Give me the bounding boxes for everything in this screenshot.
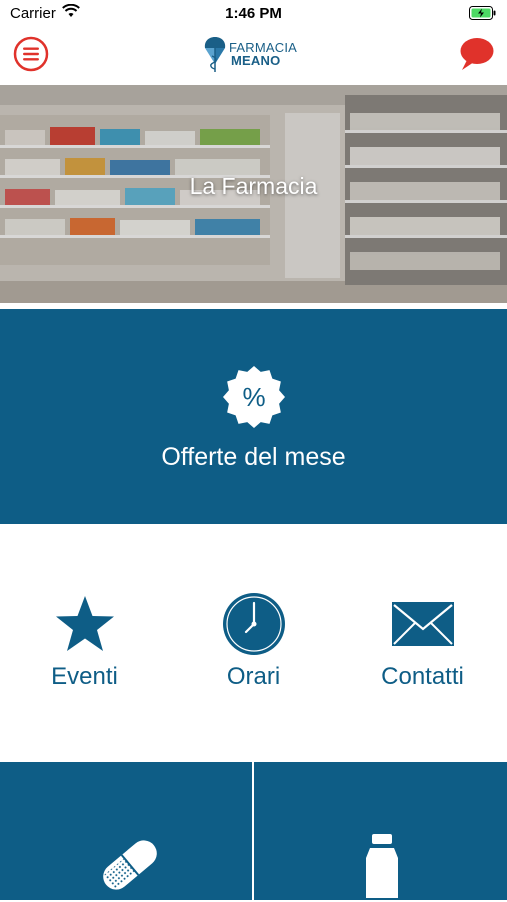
bottle-icon — [366, 834, 398, 898]
hero-title: La Farmacia — [189, 173, 318, 199]
status-bar: Carrier 1:46 PM — [0, 0, 507, 28]
logo-line-2: MEANO — [231, 53, 281, 68]
battery-charging-icon — [469, 6, 497, 25]
chat-bubble-icon[interactable] — [458, 36, 494, 72]
quick-link-label: Orari — [226, 663, 281, 690]
bottom-tiles — [0, 762, 507, 900]
clock-icon — [169, 591, 338, 657]
star-icon — [0, 591, 169, 657]
svg-text:%: % — [242, 382, 265, 412]
nav-bar: FARMACIA MEANO — [0, 28, 507, 84]
quick-link-label: Contatti — [381, 663, 464, 690]
envelope-icon — [338, 591, 507, 657]
percent-badge-icon: % — [222, 365, 286, 429]
pharmacy-logo[interactable]: FARMACIA MEANO — [203, 34, 303, 76]
offers-label: Offerte del mese — [161, 443, 346, 471]
logo-text: FARMACIA MEANO — [229, 41, 297, 67]
pill-icon — [103, 840, 157, 890]
quick-link-eventi[interactable]: Eventi — [0, 591, 169, 691]
tile-products[interactable] — [254, 762, 507, 900]
hamburger-menu-icon[interactable] — [13, 36, 49, 72]
hero-banner[interactable]: La Farmacia — [0, 85, 507, 303]
quick-link-contatti[interactable]: Contatti — [338, 591, 507, 691]
status-time: 1:46 PM — [225, 5, 282, 22]
tile-medicines[interactable] — [0, 762, 252, 900]
quick-link-label: Eventi — [51, 663, 118, 690]
quick-links: Eventi Orari Contatti — [0, 525, 507, 761]
quick-link-orari[interactable]: Orari — [169, 591, 338, 691]
offers-section[interactable]: % Offerte del mese — [0, 309, 507, 524]
